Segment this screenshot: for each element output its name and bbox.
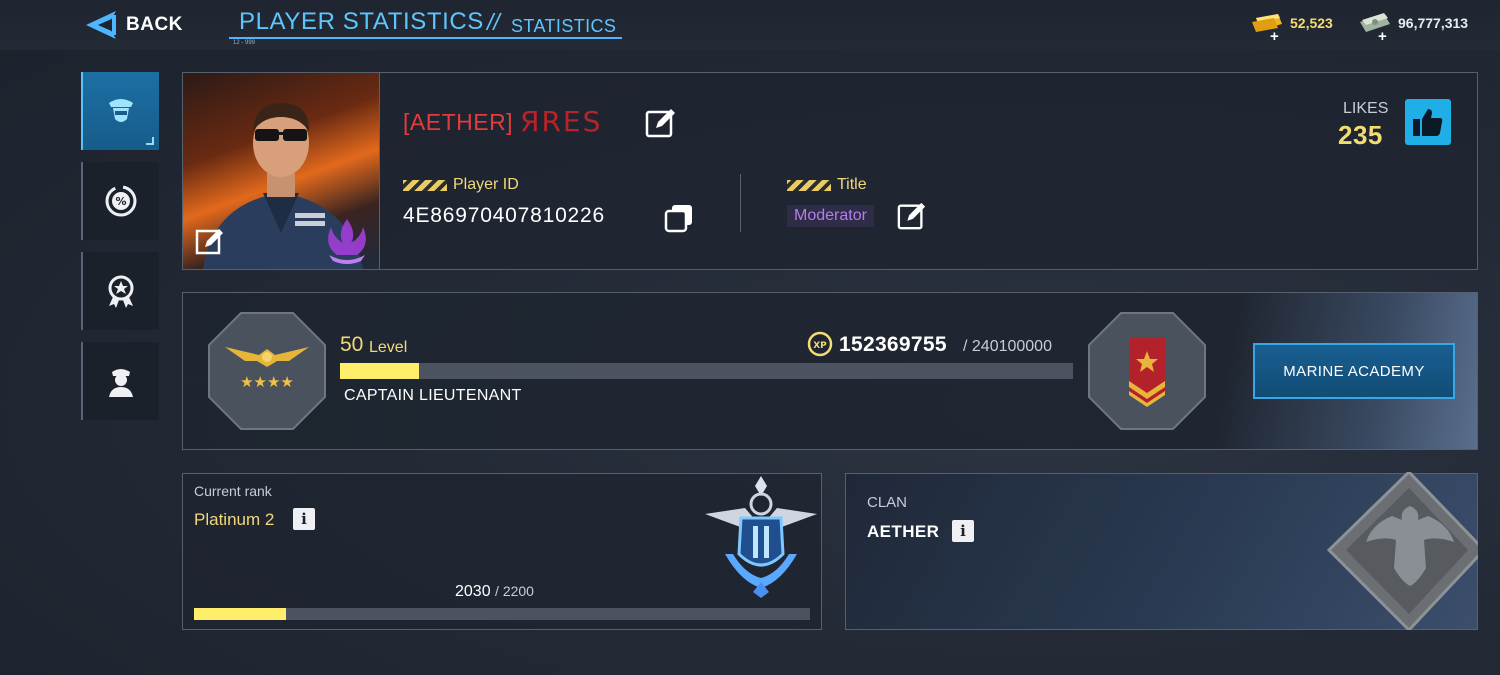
level-number: 50 [340,333,364,356]
level-label: Level [369,339,408,356]
medal-icon [108,275,134,308]
player-id-label-text: Player ID [453,176,519,193]
military-rank-name: CAPTAIN LIEUTENANT [344,387,522,404]
current-rank-value: Platinum 2 [194,510,275,529]
player-avatar[interactable] [183,73,380,269]
clan-name: AETHER [867,522,940,541]
back-button[interactable]: BACK [82,9,183,41]
active-corner-marker [146,137,154,145]
statistics-tab[interactable]: % [81,162,159,240]
rank-progress-max: / 2200 [495,583,534,599]
current-rank-panel: Current rank Platinum 2 i 2030 / 2200 [182,473,822,630]
profile-panel: [AETHER] ЯRES Player ID 4E86970407810226… [182,72,1478,270]
player-name: ЯRES [520,105,603,138]
xp-icon: XP [807,331,833,357]
back-arrow-icon [86,11,116,39]
marine-academy-button[interactable]: MARINE ACADEMY [1253,343,1455,399]
svg-text:%: % [115,195,126,208]
likes-label: LIKES [1343,100,1389,117]
edit-name-icon[interactable] [645,107,677,139]
copy-icon[interactable] [664,203,694,233]
rank-info-icon[interactable]: i [293,508,315,530]
thumbs-up-icon [1413,109,1443,136]
next-rank-insignia-icon [1088,312,1206,430]
page-title: PLAYER STATISTICS [239,8,484,35]
likes-value: 235 [1338,120,1383,150]
cash-value: 96,777,313 [1398,15,1469,31]
officer-icon [109,99,133,122]
gold-value: 52,523 [1290,15,1333,31]
edit-title-icon[interactable] [897,201,927,231]
rank-progress-current: 2030 [455,583,491,600]
level-panel: ★★★★ 50 Level XP 152369755 / 240100000 C… [182,292,1478,450]
current-rank-label: Current rank [194,483,272,499]
player-id-label: Player ID [403,176,519,194]
rank-progress-fill [194,608,287,620]
xp-progress-fill [340,363,420,379]
profile-tab[interactable] [81,72,159,150]
gold-currency[interactable]: + 52,523 [1250,12,1333,45]
breadcrumb-separator: // [487,9,500,35]
hazard-stripe [403,179,447,191]
faction-emblem-icon [328,219,366,264]
xp-max: / 240100000 [963,338,1052,355]
clan-panel[interactable]: CLAN AETHER i [845,472,1478,630]
breadcrumb: PLAYER STATISTICS // STATISTICS 12 - 999 [229,6,622,46]
add-cash-icon[interactable]: + [1378,28,1387,45]
xp-progress-bar [340,363,1073,379]
player-clan-tag: [AETHER] [403,109,514,135]
clan-eagle-emblem-icon [1326,472,1478,630]
add-gold-icon[interactable]: + [1270,28,1279,45]
breadcrumb-tiny-text: 12 - 999 [233,40,256,46]
percent-icon: % [105,185,137,217]
divider [740,174,741,232]
player-id-value: 4E86970407810226 [403,204,605,227]
title-label: Title [787,176,867,194]
rank-insignia-icon: ★★★★ [208,312,326,430]
rank-progress-bar [194,608,810,620]
back-label: BACK [126,14,183,35]
clan-info-icon[interactable]: i [952,520,974,542]
platinum-rank-emblem-icon [705,476,817,598]
cash-currency[interactable]: + 96,777,313 [1358,12,1469,45]
rank-progress-text: 2030 / 2200 [455,583,534,601]
like-button[interactable] [1405,99,1451,145]
clan-label: CLAN [867,494,908,511]
achievements-tab[interactable] [81,252,159,330]
soldier-icon [109,369,133,397]
top-bar: BACK PLAYER STATISTICS // STATISTICS 12 … [0,0,1500,50]
hazard-stripe [787,179,831,191]
title-value: Moderator [787,205,874,227]
title-label-text: Title [837,176,867,193]
page-subtitle: STATISTICS [511,16,617,36]
svg-text:XP: XP [813,341,827,351]
edit-avatar-icon[interactable] [195,227,225,257]
crew-tab[interactable] [81,342,159,420]
svg-text:★★★★: ★★★★ [240,373,294,391]
xp-current: 152369755 [839,333,947,356]
